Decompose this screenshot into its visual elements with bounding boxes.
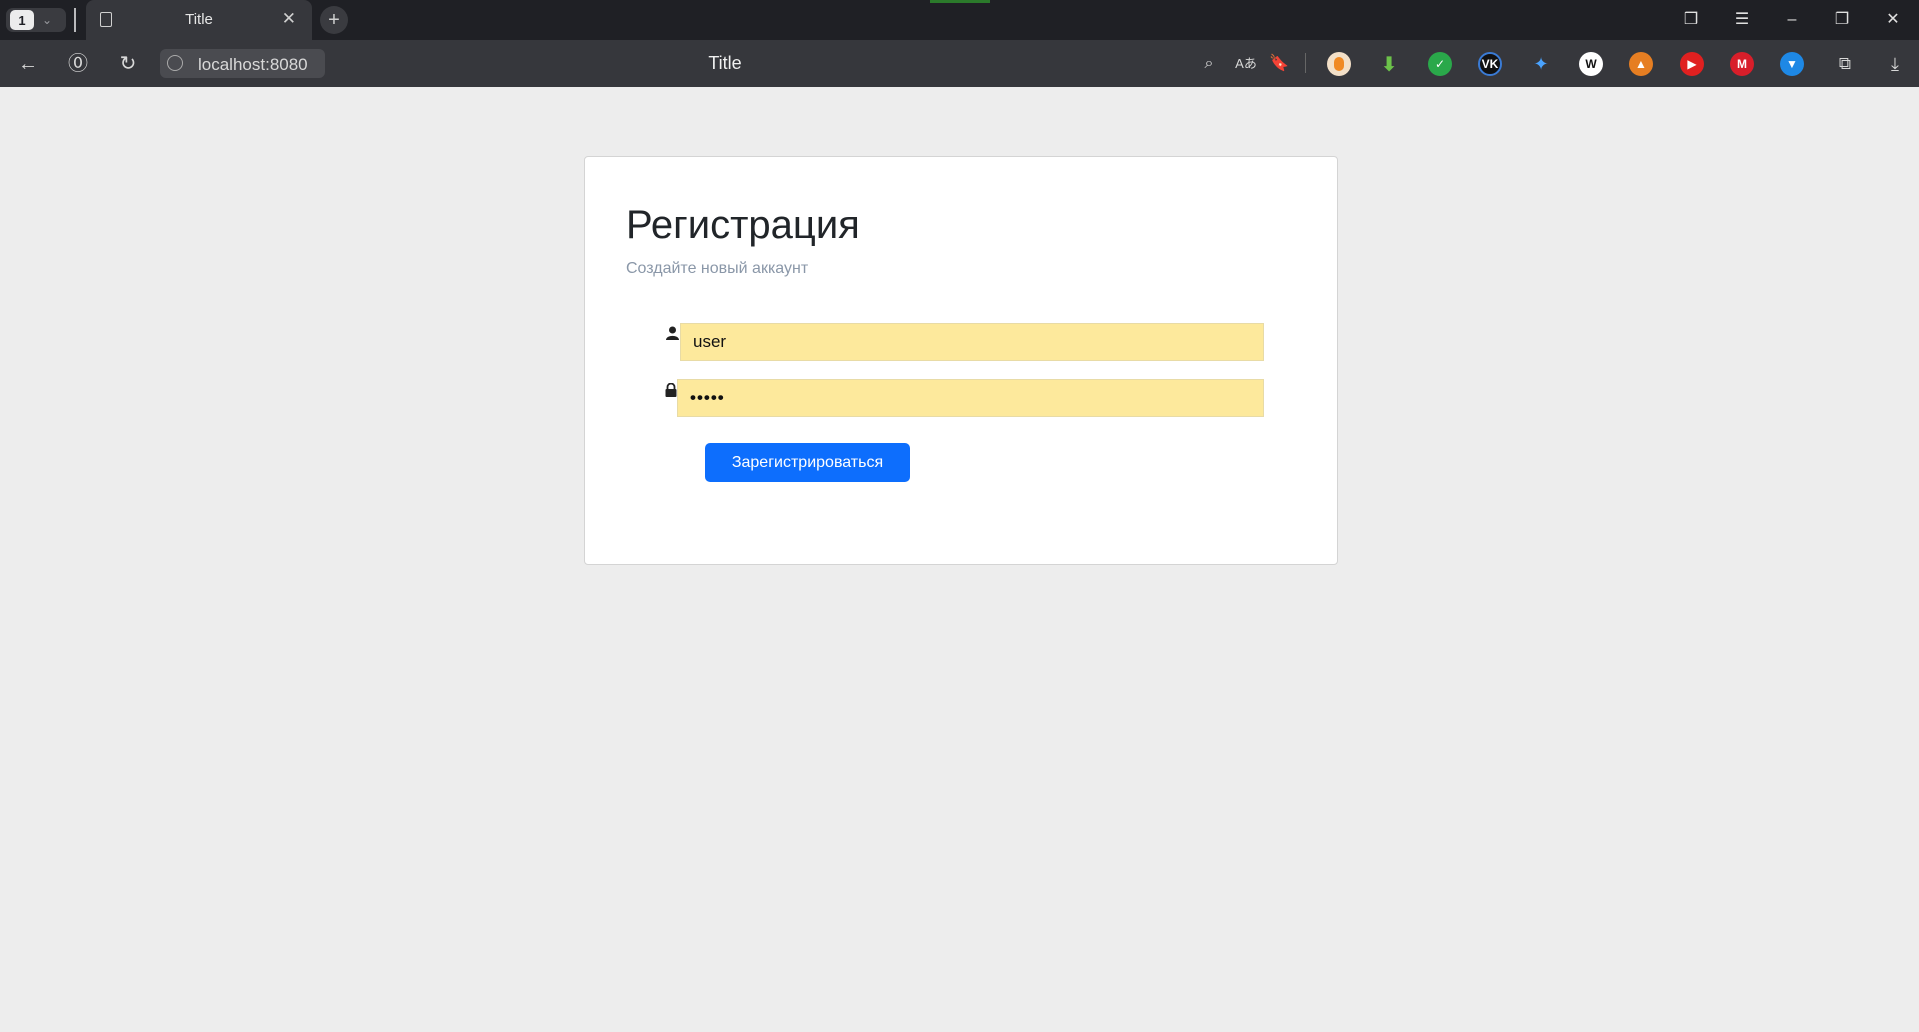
fox-extension-icon[interactable]: ▲ bbox=[1629, 52, 1653, 76]
m-extension-icon[interactable]: M bbox=[1730, 52, 1754, 76]
close-tab-icon[interactable]: ✕ bbox=[282, 9, 296, 29]
menu-icon[interactable]: ☰ bbox=[1727, 8, 1757, 32]
new-tab-button[interactable]: + bbox=[320, 6, 348, 34]
register-button[interactable]: Зарегистрироваться bbox=[705, 443, 910, 482]
w-extension-icon[interactable]: W bbox=[1579, 52, 1603, 76]
address-bar-row: ← ⓪ ↻ localhost:8080 Title ⌕ Aあ 🔖 ⬇ ✓ VK… bbox=[0, 40, 1919, 87]
password-input[interactable] bbox=[677, 379, 1264, 417]
collections-icon[interactable]: ❒ bbox=[1676, 8, 1706, 32]
puzzle-extension-icon[interactable]: ✦ bbox=[1529, 52, 1553, 76]
username-input[interactable] bbox=[680, 323, 1264, 361]
close-window-button[interactable]: ✕ bbox=[1878, 8, 1908, 32]
restore-button[interactable]: ❐ bbox=[1827, 8, 1857, 32]
form-heading: Регистрация bbox=[626, 203, 860, 247]
downloads-icon[interactable]: ⤓ bbox=[1881, 50, 1909, 78]
tab-active[interactable]: Title ✕ bbox=[86, 0, 312, 40]
divider bbox=[1305, 53, 1306, 73]
chevron-down-icon: ⌄ bbox=[42, 13, 53, 27]
bookmark-icon[interactable]: 🔖 bbox=[1265, 50, 1293, 78]
tab-count: 1 bbox=[10, 10, 34, 30]
vpn-extension-icon[interactable]: ▼ bbox=[1780, 52, 1804, 76]
registration-card: Регистрация Создайте новый аккаунт Зарег… bbox=[584, 156, 1338, 565]
loading-indicator bbox=[930, 0, 990, 3]
vk-extension-icon[interactable]: VK bbox=[1478, 52, 1502, 76]
minimize-button[interactable]: – bbox=[1777, 8, 1807, 32]
extensions-icon[interactable]: ⧉ bbox=[1831, 50, 1859, 78]
search-icon[interactable]: ⌕ bbox=[1195, 50, 1223, 78]
shield-extension-icon[interactable]: ✓ bbox=[1428, 52, 1452, 76]
user-icon bbox=[666, 326, 679, 343]
download-arrow-extension-icon[interactable]: ⬇ bbox=[1377, 52, 1401, 76]
tab-bar: 1 ⌄ Title ✕ + ❒ ☰ – ❐ ✕ bbox=[0, 0, 1919, 40]
video-extension-icon[interactable]: ▶ bbox=[1680, 52, 1704, 76]
form-subtitle: Создайте новый аккаунт bbox=[626, 260, 809, 277]
divider bbox=[74, 8, 76, 32]
extension-egg-icon[interactable] bbox=[1327, 52, 1351, 76]
translate-icon[interactable]: Aあ bbox=[1232, 50, 1260, 78]
lock-icon bbox=[665, 382, 677, 400]
tab-counter-button[interactable]: 1 ⌄ bbox=[6, 8, 66, 32]
tab-title: Title bbox=[185, 11, 213, 28]
